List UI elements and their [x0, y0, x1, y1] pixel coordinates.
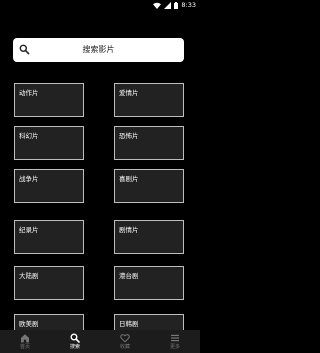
nav-item-more[interactable]: 更多	[150, 330, 200, 353]
nav-label: 更多	[169, 344, 180, 350]
category-label: 大陆剧	[19, 272, 39, 280]
category-label: 日韩剧	[119, 320, 139, 328]
category-card-mainland-series[interactable]: 大陆剧	[14, 266, 84, 300]
category-label: 战争片	[19, 175, 39, 183]
nav-label: 搜索	[69, 344, 80, 350]
category-card-horror[interactable]: 恐怖片	[114, 126, 184, 160]
category-label: 剧情片	[119, 226, 139, 234]
category-card-romance[interactable]: 爱情片	[114, 83, 184, 117]
nav-label: 收藏	[119, 344, 130, 350]
category-card-war[interactable]: 战争片	[14, 169, 84, 203]
search-icon	[70, 333, 80, 343]
category-label: 科幻片	[19, 132, 39, 140]
category-card-scifi[interactable]: 科幻片	[14, 126, 84, 160]
category-card-hktw-series[interactable]: 港台剧	[114, 266, 184, 300]
category-label: 欧美剧	[19, 320, 39, 328]
category-label: 恐怖片	[119, 132, 139, 140]
nav-item-favorites[interactable]: 收藏	[100, 330, 150, 353]
category-card-comedy[interactable]: 喜剧片	[114, 169, 184, 203]
category-card-documentary[interactable]: 纪录片	[14, 220, 84, 254]
category-label: 喜剧片	[119, 175, 139, 183]
home-icon	[21, 334, 29, 343]
category-card-drama[interactable]: 剧情片	[114, 220, 184, 254]
category-label: 纪录片	[19, 226, 39, 234]
category-grid: 动作片 爱情片 科幻片 恐怖片 战争片 喜剧片 纪录片 剧情片 大陆剧 港台剧	[0, 0, 200, 348]
nav-item-search[interactable]: 搜索	[50, 330, 100, 353]
bottom-nav: 首页 搜索 收藏 更多	[0, 330, 200, 353]
category-label: 动作片	[19, 89, 39, 97]
app-screen: 8:33 搜索影片 动作片 爱情片 科幻片 恐怖片 战争片 喜剧片 纪录片 剧情…	[0, 0, 200, 353]
menu-icon	[171, 334, 179, 342]
nav-label: 首页	[19, 344, 30, 350]
nav-item-home[interactable]: 首页	[0, 330, 50, 353]
heart-icon	[120, 334, 130, 343]
category-label: 爱情片	[119, 89, 139, 97]
category-label: 港台剧	[119, 272, 139, 280]
category-card-action[interactable]: 动作片	[14, 83, 84, 117]
